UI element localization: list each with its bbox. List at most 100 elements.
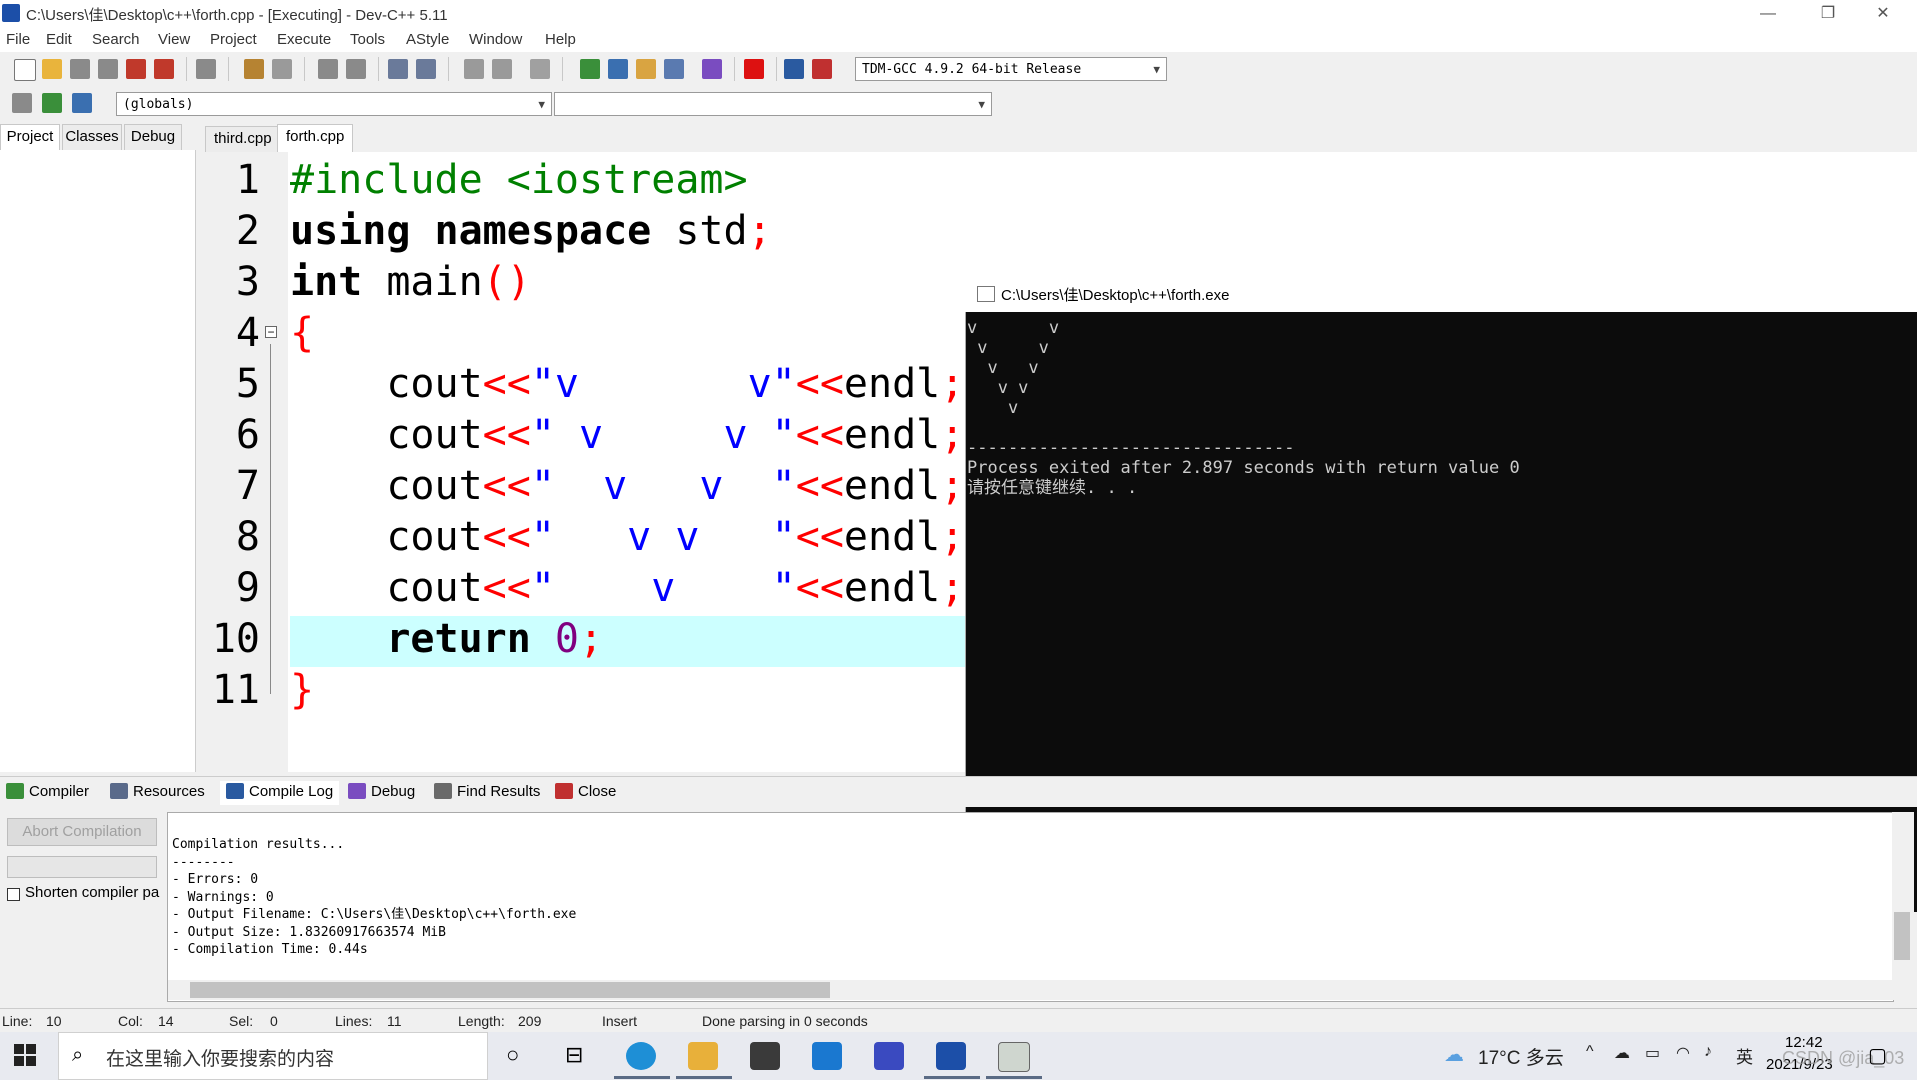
stop-execution-icon[interactable] [744, 59, 764, 79]
code-token: " v v " [530, 463, 796, 509]
task-view-icon[interactable]: ⊟ [565, 1042, 583, 1068]
scope-select[interactable]: (globals) ▼ [116, 92, 552, 116]
shorten-paths-checkbox[interactable] [7, 888, 20, 901]
toggle-bookmark-icon[interactable] [464, 59, 484, 79]
menu-file[interactable]: File [6, 31, 30, 48]
open-file-icon[interactable] [42, 59, 62, 79]
goto-line-icon[interactable] [530, 59, 550, 79]
member-select[interactable]: ▼ [554, 92, 992, 116]
goto-bookmark-icon[interactable] [492, 59, 512, 79]
menu-view[interactable]: View [158, 31, 190, 48]
print-icon[interactable] [196, 59, 216, 79]
insert-code-icon[interactable] [12, 93, 32, 113]
save-all-icon[interactable] [98, 59, 118, 79]
close-all-icon[interactable] [154, 59, 174, 79]
wifi-icon[interactable]: ◠ [1676, 1043, 1690, 1063]
code-token: { [290, 310, 315, 356]
rebuild-all-icon[interactable] [664, 59, 684, 79]
menu-search[interactable]: Search [92, 31, 140, 48]
console-taskbar-icon[interactable] [998, 1042, 1030, 1072]
syntax-check-icon[interactable] [702, 59, 722, 79]
onedrive-icon[interactable]: ☁ [1614, 1043, 1630, 1063]
new-file-icon[interactable] [14, 59, 36, 81]
redo-icon[interactable] [272, 59, 292, 79]
code-line[interactable]: cout<<" v v "<<endl; [290, 461, 964, 512]
replace-icon[interactable] [346, 59, 366, 79]
line-number: 8 [235, 514, 260, 560]
code-line[interactable]: int main() [290, 257, 531, 308]
edge-browser-icon[interactable] [626, 1042, 656, 1070]
battery-icon[interactable]: ▭ [1645, 1043, 1660, 1063]
minimize-button[interactable]: — [1745, 0, 1791, 28]
menu-window[interactable]: Window [469, 31, 522, 48]
project-tree-panel[interactable] [0, 150, 196, 772]
tab-compiler[interactable]: Compiler [6, 781, 89, 805]
compiler-icon [6, 783, 24, 799]
compile-icon[interactable] [580, 59, 600, 79]
file-explorer-icon[interactable] [688, 1042, 718, 1070]
menu-project[interactable]: Project [210, 31, 257, 48]
abort-compilation-button[interactable]: Abort Compilation [7, 818, 157, 846]
code-line[interactable]: cout<<" v "<<endl; [290, 563, 964, 614]
status-col-label: Col: [118, 1013, 143, 1029]
code-token: std [651, 208, 748, 254]
unindent-icon[interactable] [416, 59, 436, 79]
windows-start-icon[interactable] [14, 1044, 36, 1066]
notification-icon[interactable]: ▢ [1868, 1043, 1887, 1068]
left-panel-tabs: Project Classes Debug [0, 124, 195, 150]
undo-icon[interactable] [244, 59, 264, 79]
code-line[interactable]: cout<<"v v"<<endl; [290, 359, 964, 410]
tab-third-cpp[interactable]: third.cpp [205, 126, 281, 152]
tab-close-label: Close [578, 783, 617, 800]
menu-execute[interactable]: Execute [277, 31, 331, 48]
tab-forth-cpp[interactable]: forth.cpp [277, 124, 354, 152]
devcpp-taskbar-icon[interactable] [936, 1042, 966, 1070]
tab-compile-log[interactable]: Compile Log [220, 781, 340, 805]
log-horizontal-scroll-thumb[interactable] [190, 982, 830, 998]
compiler-select[interactable]: TDM-GCC 4.9.2 64-bit Release ▼ [855, 57, 1167, 81]
close-button[interactable]: ✕ [1860, 0, 1906, 28]
visual-studio-icon[interactable] [874, 1042, 904, 1070]
tab-close[interactable]: Close [555, 781, 616, 805]
delete-profile-icon[interactable] [812, 59, 832, 79]
toolbar-separator [776, 57, 777, 81]
tab-debug-bottom[interactable]: Debug [348, 781, 415, 805]
menu-help[interactable]: Help [545, 31, 576, 48]
fold-collapse-icon[interactable]: − [265, 326, 277, 338]
tab-resources[interactable]: Resources [110, 781, 205, 805]
close-file-icon[interactable] [126, 59, 146, 79]
code-line[interactable]: { [290, 308, 314, 359]
cortana-icon[interactable]: ○ [506, 1042, 519, 1068]
code-token: endl [843, 514, 941, 560]
ime-indicator[interactable]: 英 [1736, 1043, 1753, 1068]
code-line[interactable]: return 0; [290, 614, 603, 665]
find-icon[interactable] [318, 59, 338, 79]
menu-tools[interactable]: Tools [350, 31, 385, 48]
compile-run-icon[interactable] [636, 59, 656, 79]
show-hidden-icons-icon[interactable]: ^ [1586, 1043, 1594, 1061]
menu-edit[interactable]: Edit [46, 31, 72, 48]
mail-icon[interactable] [812, 1042, 842, 1070]
weather-text[interactable]: 17°C 多云 [1478, 1043, 1564, 1070]
tab-classes[interactable]: Classes [62, 124, 122, 150]
code-line[interactable]: } [290, 665, 314, 716]
run-icon[interactable] [608, 59, 628, 79]
code-line[interactable]: cout<<" v v "<<endl; [290, 410, 964, 461]
log-vertical-scroll-thumb[interactable] [1894, 912, 1910, 960]
code-line[interactable]: #include <iostream> [290, 155, 748, 206]
code-line[interactable]: using namespace std; [290, 206, 772, 257]
goto-declaration-icon[interactable] [42, 93, 62, 113]
goto-definition-icon[interactable] [72, 93, 92, 113]
maximize-button[interactable]: ❐ [1805, 0, 1851, 28]
line-number: 7 [235, 463, 260, 509]
tab-project[interactable]: Project [0, 124, 60, 150]
save-icon[interactable] [70, 59, 90, 79]
profile-icon[interactable] [784, 59, 804, 79]
menu-astyle[interactable]: AStyle [406, 31, 449, 48]
volume-icon[interactable]: ♪ [1704, 1043, 1712, 1061]
store-icon[interactable] [750, 1042, 780, 1070]
tab-debug[interactable]: Debug [124, 124, 182, 150]
tab-find-results[interactable]: Find Results [434, 781, 540, 805]
code-line[interactable]: cout<<" v v "<<endl; [290, 512, 964, 563]
indent-icon[interactable] [388, 59, 408, 79]
